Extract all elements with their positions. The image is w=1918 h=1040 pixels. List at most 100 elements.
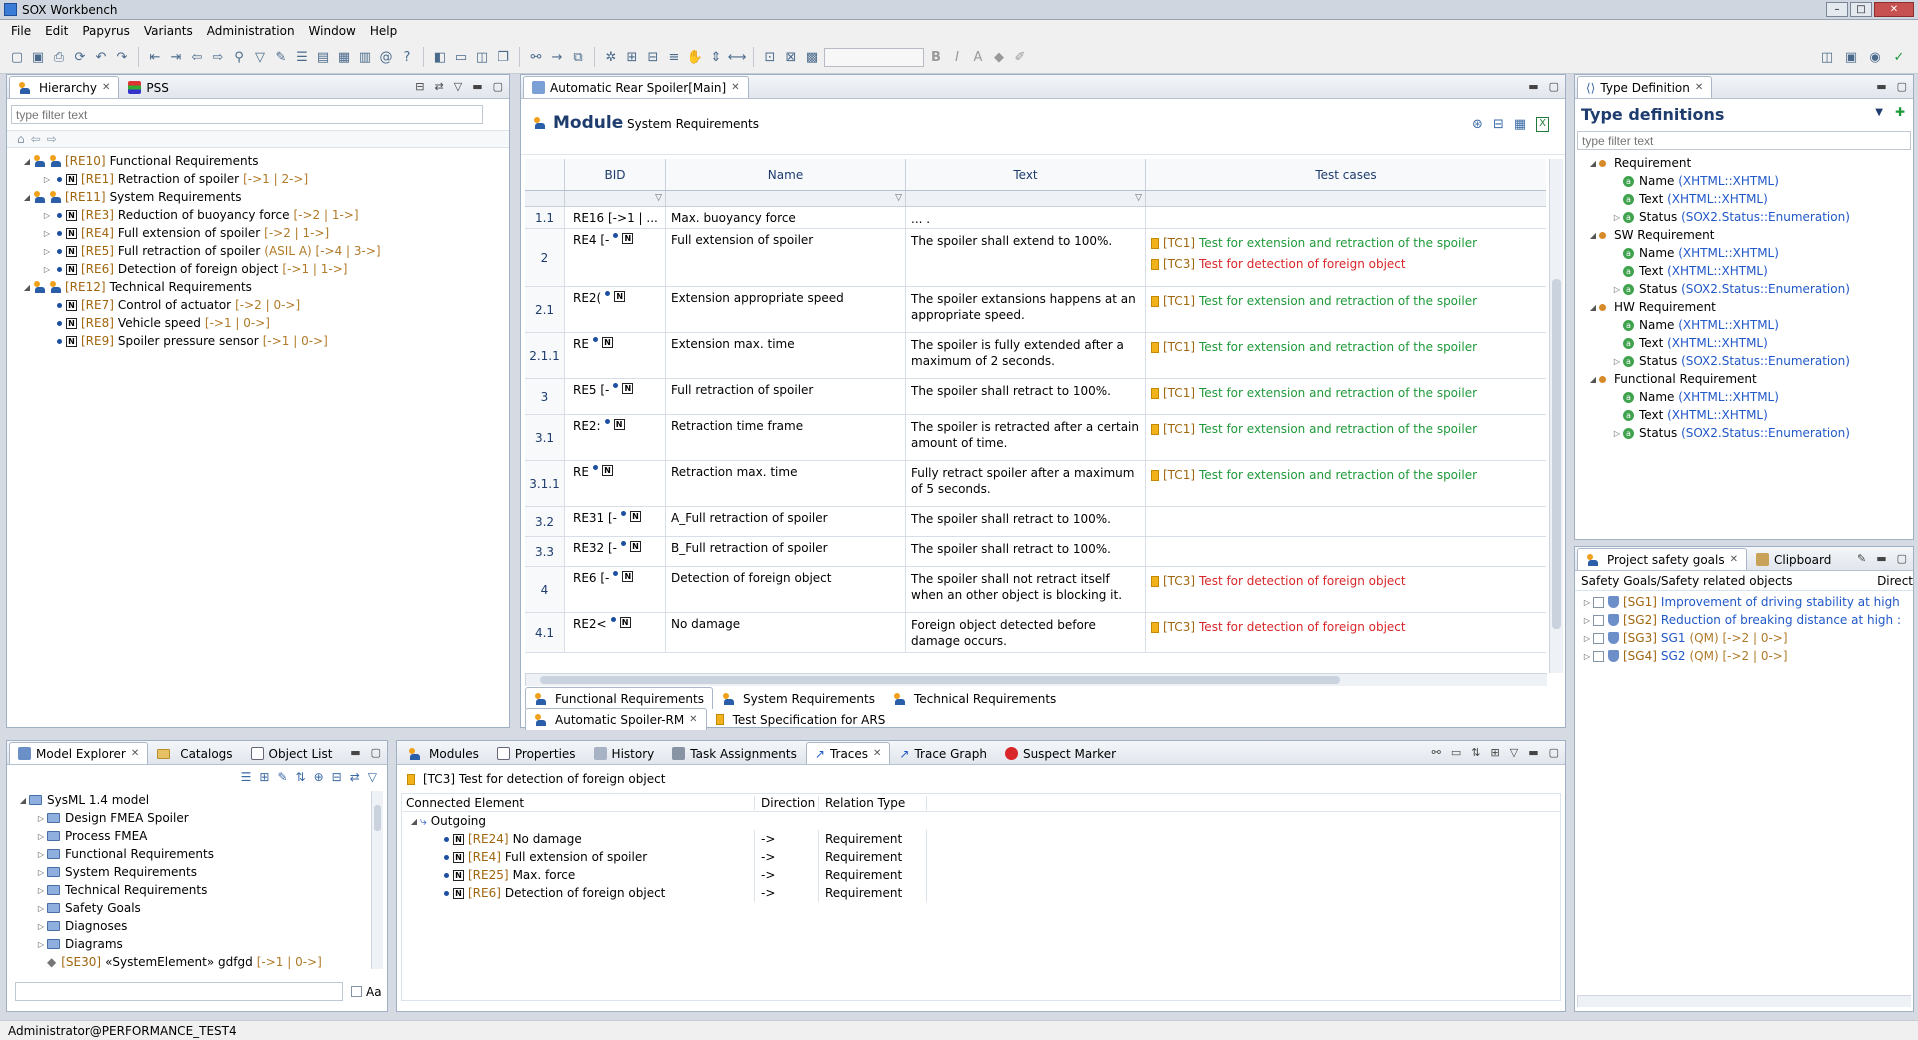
name-cell[interactable]: Full retraction of spoiler bbox=[666, 379, 906, 414]
column-header-test-cases[interactable]: Test cases bbox=[1146, 159, 1546, 190]
select-icon[interactable]: ▩ bbox=[803, 48, 821, 66]
type-group-row[interactable]: ◢ Functional Requirement bbox=[1587, 370, 1913, 388]
requirement-row[interactable]: 4.1RE2<N−No damageForeign object detecte… bbox=[525, 613, 1546, 653]
requirement-row[interactable]: 3.1.1 RE N Retraction max. time Fully retrac… bbox=[525, 461, 1546, 507]
model-folder-row[interactable]: ▷ Technical Requirements bbox=[17, 881, 387, 899]
minimize-icon[interactable]: ▬ bbox=[1528, 746, 1538, 759]
col-relation-type[interactable]: Relation Type bbox=[819, 795, 927, 810]
minimize-icon[interactable]: ▬ bbox=[1876, 80, 1886, 93]
tree-row[interactable]: ◢ [RE10] Functional Requirements bbox=[21, 152, 509, 170]
model-folder-row[interactable]: ▷ Diagnoses bbox=[17, 917, 387, 935]
type-attribute-row[interactable]: a Name (XHTML::XHTML) bbox=[1587, 172, 1913, 190]
layout-icon[interactable]: ▭ bbox=[1451, 746, 1461, 759]
filter-table-icon[interactable]: ⊛ bbox=[1472, 117, 1483, 132]
trace-icon[interactable]: ⚯ bbox=[527, 48, 545, 66]
bid-cell[interactable]: RE N bbox=[565, 333, 666, 378]
collapsed-icon[interactable]: ▷ bbox=[1611, 213, 1623, 222]
text-cell[interactable]: The spoiler is fully extended after a ma… bbox=[906, 333, 1146, 378]
name-cell[interactable]: Full extension of spoiler bbox=[666, 229, 906, 286]
text-filter[interactable]: ▽ bbox=[906, 191, 1146, 206]
close-icon[interactable]: ✕ bbox=[131, 748, 139, 759]
tree-row[interactable]: ▷ N [RE4] Full extension of spoiler [->2 | 1… bbox=[21, 224, 509, 242]
minimize-button[interactable]: – bbox=[1826, 2, 1848, 17]
collapsed-icon[interactable]: ▷ bbox=[41, 265, 53, 274]
collapsed-icon[interactable]: ▷ bbox=[1581, 634, 1593, 643]
requirement-row[interactable]: 2RE4 [-N−Full extension of spoilerThe sp… bbox=[525, 229, 1546, 287]
compare-icon[interactable]: ⇕ bbox=[707, 48, 725, 66]
minimize-icon[interactable]: ▬ bbox=[1876, 552, 1886, 565]
tab-functional-requirements[interactable]: Functional Requirements bbox=[525, 687, 713, 709]
collapsed-icon[interactable]: ▷ bbox=[1581, 616, 1593, 625]
bid-cell[interactable]: RE2(N− bbox=[565, 287, 666, 332]
expanded-icon[interactable]: ◢ bbox=[1587, 159, 1599, 168]
home-icon[interactable]: ⌂ bbox=[17, 132, 25, 146]
copy-icon[interactable]: ❐ bbox=[494, 48, 512, 66]
collapsed-icon[interactable]: ▷ bbox=[41, 175, 53, 184]
collapsed-icon[interactable]: ▷ bbox=[1611, 357, 1623, 366]
sort-icon[interactable]: ⇅ bbox=[296, 770, 306, 784]
expanded-icon[interactable]: ◢ bbox=[21, 157, 33, 166]
text-cell[interactable]: The spoiler shall retract to 100%. bbox=[906, 379, 1146, 414]
name-cell[interactable]: Extension appropriate speed bbox=[666, 287, 906, 332]
expanded-icon[interactable]: ◢ bbox=[1587, 303, 1599, 312]
tab-task-assignments[interactable]: Task Assignments bbox=[663, 742, 806, 764]
link-editor-icon[interactable]: ⇄ bbox=[435, 80, 444, 93]
test-case-link[interactable]: [TC3] Test for detection of foreign objec… bbox=[1151, 617, 1541, 638]
collapsed-icon[interactable]: ▷ bbox=[35, 868, 47, 877]
edit-icon[interactable]: ✎ bbox=[272, 48, 290, 66]
name-cell[interactable]: Detection of foreign object bbox=[666, 567, 906, 612]
test-cases-cell[interactable] bbox=[1146, 507, 1546, 536]
menu-window[interactable]: Window bbox=[302, 24, 363, 38]
name-filter[interactable]: ▽ bbox=[666, 191, 906, 206]
maximize-icon[interactable]: ▢ bbox=[1897, 80, 1907, 93]
list-icon[interactable]: ☰ bbox=[241, 770, 252, 784]
layers-icon[interactable]: ☰ bbox=[293, 48, 311, 66]
model-folder-row[interactable]: ▷ Design FMEA Spoiler bbox=[17, 809, 387, 827]
tab-type-definition[interactable]: ⟨⟩ Type Definition ✕ bbox=[1577, 76, 1713, 98]
filter-icon[interactable]: ▽ bbox=[251, 48, 269, 66]
type-attribute-row[interactable]: a Text (XHTML::XHTML) bbox=[1587, 406, 1913, 424]
bid-cell[interactable]: RE16 [->1 | ... bbox=[565, 207, 666, 228]
maximize-icon[interactable]: ▢ bbox=[1549, 80, 1559, 93]
collapsed-icon[interactable]: ▷ bbox=[35, 904, 47, 913]
collapsed-icon[interactable]: ▷ bbox=[35, 922, 47, 931]
test-case-link[interactable]: [TC1] Test for extension and retraction o… bbox=[1151, 383, 1541, 404]
tab-object-list[interactable]: Object List bbox=[242, 742, 342, 764]
new-icon[interactable]: ▢ bbox=[8, 48, 26, 66]
name-cell[interactable]: Max. buoyancy force bbox=[666, 207, 906, 228]
type-attribute-row[interactable]: ▷ a Status (SOX2.Status::Enumeration) bbox=[1587, 208, 1913, 226]
horizontal-scrollbar[interactable] bbox=[525, 673, 1547, 686]
fill-icon[interactable]: ◆ bbox=[990, 48, 1008, 66]
forward-icon[interactable]: ⇨ bbox=[47, 132, 57, 146]
close-icon[interactable]: ✕ bbox=[102, 82, 110, 93]
tree-row[interactable]: ▷ N [RE5] Full retraction of spoiler (ASIL A… bbox=[21, 242, 509, 260]
close-button[interactable]: ✕ bbox=[1874, 2, 1914, 17]
bid-cell[interactable]: RE5 [-N− bbox=[565, 379, 666, 414]
menu-help[interactable]: Help bbox=[363, 24, 404, 38]
test-cases-cell[interactable]: [TC1] Test for extension and retraction o… bbox=[1146, 333, 1546, 378]
tree-row[interactable]: N [RE7] Control of actuator [->2 | 0->] bbox=[21, 296, 509, 314]
column-header-name[interactable]: Name bbox=[666, 159, 906, 190]
text-cell[interactable]: The spoiler is retracted after a certain… bbox=[906, 415, 1146, 460]
model-folder-row[interactable]: ▷ System Requirements bbox=[17, 863, 387, 881]
collapse-icon[interactable]: ⊟ bbox=[332, 770, 342, 784]
tree-icon[interactable]: ⊞ bbox=[1491, 746, 1500, 759]
back-icon[interactable]: ⇦ bbox=[31, 132, 41, 146]
expanded-icon[interactable]: ◢ bbox=[21, 283, 33, 292]
close-icon[interactable]: ✕ bbox=[1730, 554, 1738, 565]
tab-trace-graph[interactable]: ↗ Trace Graph bbox=[890, 742, 996, 764]
collapsed-icon[interactable]: ▷ bbox=[1611, 285, 1623, 294]
type-attribute-row[interactable]: a Name (XHTML::XHTML) bbox=[1587, 316, 1913, 334]
model-folder-row[interactable]: ▷ Functional Requirements bbox=[17, 845, 387, 863]
italic-icon[interactable]: I bbox=[948, 48, 966, 66]
column-header-text[interactable]: Text bbox=[906, 159, 1146, 190]
tree-icon[interactable]: ⊞ bbox=[259, 770, 269, 784]
type-attribute-row[interactable]: a Text (XHTML::XHTML) bbox=[1587, 262, 1913, 280]
close-icon[interactable]: ✕ bbox=[689, 714, 697, 725]
tab-project-safety-goals[interactable]: Project safety goals ✕ bbox=[1577, 548, 1747, 570]
text-cell[interactable]: Foreign object detected before damage oc… bbox=[906, 613, 1146, 652]
collapsed-icon[interactable]: ▷ bbox=[35, 814, 47, 823]
vertical-scrollbar[interactable] bbox=[1549, 159, 1563, 673]
text-cell[interactable]: The spoiler shall extend to 100%. bbox=[906, 229, 1146, 286]
maximize-icon[interactable]: ▢ bbox=[1549, 746, 1559, 759]
